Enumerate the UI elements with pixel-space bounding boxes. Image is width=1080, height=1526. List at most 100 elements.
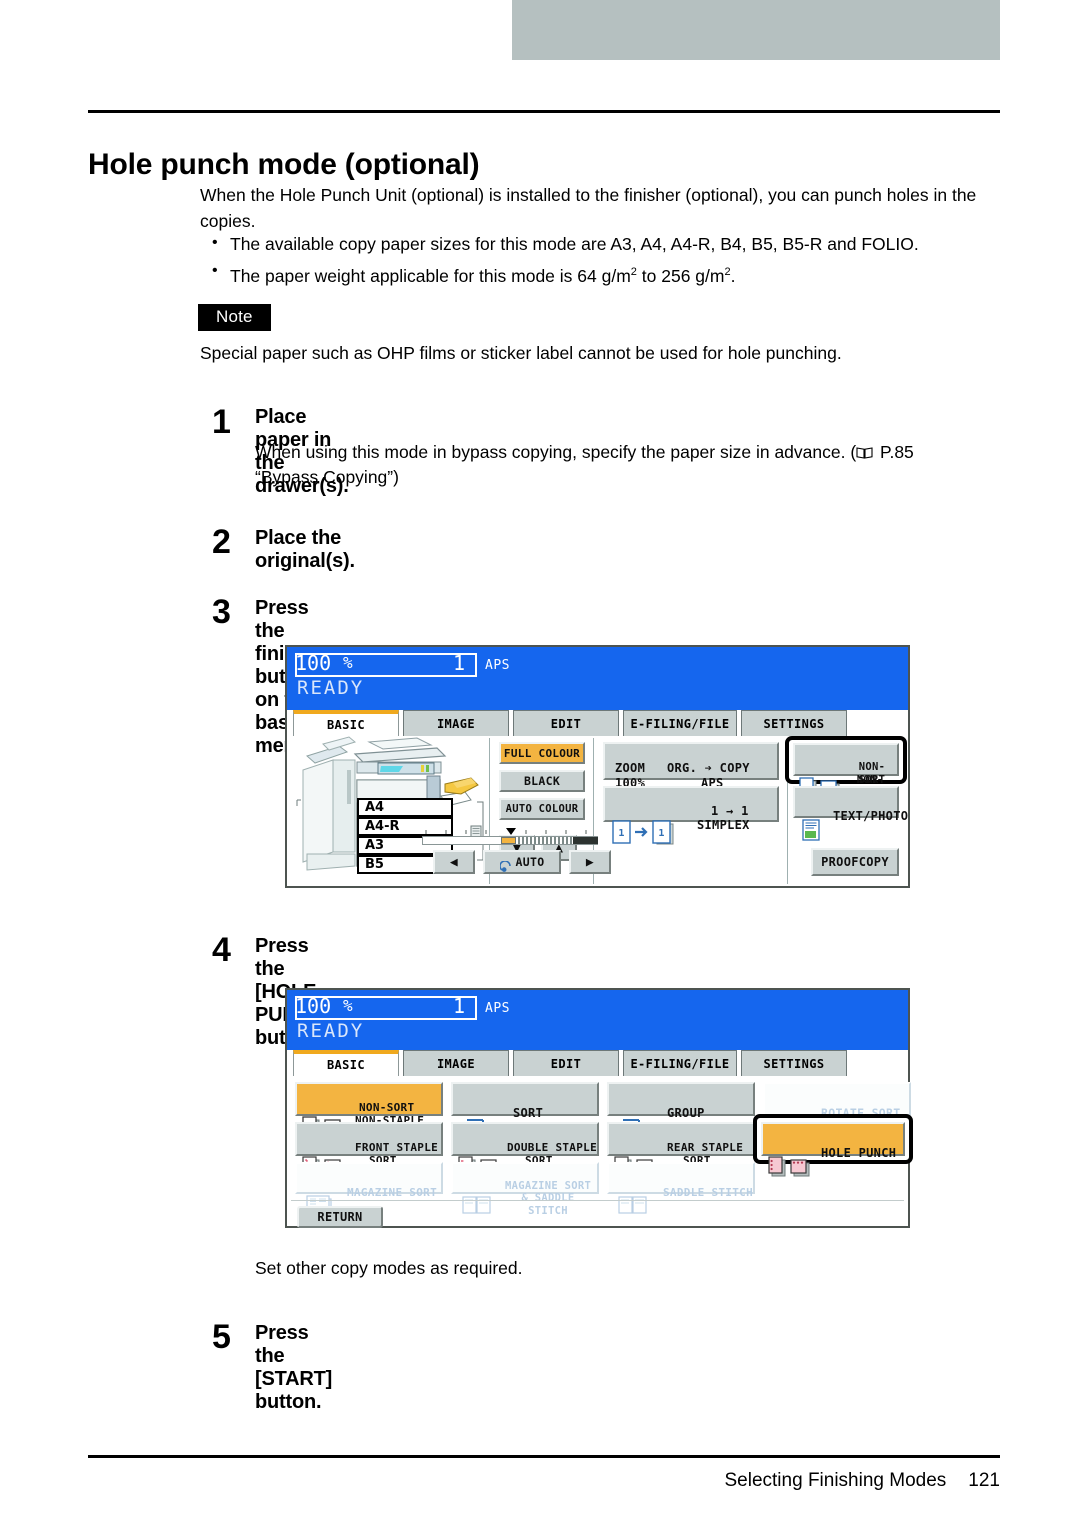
svg-text:1: 1 xyxy=(618,828,624,839)
duplex-line2: SIMPLEX xyxy=(697,818,750,832)
panel2-copy-count: 1 xyxy=(452,994,465,1018)
front-staple-sort-button[interactable]: FRONT STAPLE SORT xyxy=(295,1122,443,1177)
panel1-status-area: 100 % 1 APS READY xyxy=(287,647,908,710)
duplex-simplex-button[interactable]: 1 1 1 → 1 SIMPLEX xyxy=(603,786,779,845)
fm-10-line1: SADDLE STITCH xyxy=(663,1186,753,1199)
tab-basic[interactable]: BASIC xyxy=(293,710,399,736)
sort-button[interactable]: SORT xyxy=(451,1082,599,1135)
zoom-ratio-button[interactable]: ZOOM ORG. ➔ COPY 100% APS xyxy=(603,742,779,790)
copier-touch-panel-basic[interactable]: 100 % 1 APS READY BASIC IMAGE EDIT E-FIL… xyxy=(285,645,910,888)
step-4-number: 4 xyxy=(212,931,231,969)
page-number: 121 xyxy=(968,1470,1000,1491)
full-colour-button[interactable]: FULL COLOUR xyxy=(499,742,585,764)
exposure-darker-button[interactable]: ▶ xyxy=(569,850,611,874)
page-title: Hole punch mode (optional) xyxy=(88,148,480,182)
book-reference-icon xyxy=(856,441,873,459)
simplex-pages-icon: 1 1 xyxy=(611,806,685,848)
manual-page: Hole punch mode (optional) When the Hole… xyxy=(0,0,1080,1526)
fm-2-line1: GROUP xyxy=(667,1106,705,1120)
panel2-percent-sign: % xyxy=(343,996,353,1015)
panel1-paper-mode: APS xyxy=(485,658,510,673)
return-button[interactable]: RETURN xyxy=(297,1206,383,1228)
step-1-body: When using this mode in bypass copying, … xyxy=(255,440,1015,490)
duplex-line1: 1 → 1 xyxy=(711,804,749,818)
step-5-title: Press the [START] button. xyxy=(255,1322,333,1413)
org-copy-label: ORG. ➔ COPY xyxy=(667,761,750,775)
note-badge: Note xyxy=(198,304,271,331)
panel2-status-text: READY xyxy=(297,1020,365,1042)
svg-text:1: 1 xyxy=(658,828,664,839)
magazine-sort-button[interactable]: MAGAZINE SORT xyxy=(295,1162,443,1216)
panel1-status-text: READY xyxy=(297,677,365,699)
footer: Selecting Finishing Modes 121 xyxy=(725,1470,1001,1492)
tab-edit-2[interactable]: EDIT xyxy=(513,1050,619,1076)
panel1-tab-bar[interactable]: BASIC IMAGE EDIT E-FILING/FILE SETTINGS xyxy=(287,710,908,736)
panel2-status-area: 100 % 1 APS READY xyxy=(287,990,908,1050)
bullet-weight-a: The paper weight applicable for this mod… xyxy=(230,265,631,286)
rotate-sort-button[interactable]: ROTATE SORT xyxy=(763,1082,911,1136)
saddle-stitch-button[interactable]: SADDLE STITCH xyxy=(607,1162,755,1214)
auto-exposure-icon xyxy=(498,848,513,877)
panel1-zoom-value: 100 xyxy=(295,651,332,675)
fm-7-line1: HOLE PUNCH xyxy=(821,1146,897,1160)
group-button[interactable]: GROUP xyxy=(607,1082,755,1135)
header-grey-bar xyxy=(512,0,1000,60)
panel2-paper-mode: APS xyxy=(485,1001,510,1016)
tab-efiling-file-2[interactable]: E-FILING/FILE xyxy=(623,1050,737,1076)
fm-4-line1: FRONT STAPLE xyxy=(355,1141,439,1154)
non-sort-non-staple-button[interactable]: NON-SORT NON-STAPLE xyxy=(295,1082,443,1137)
tab-efiling-file[interactable]: E-FILING/FILE xyxy=(623,710,737,736)
fm-8-line1: MAGAZINE SORT xyxy=(347,1186,437,1199)
auto-exposure-label: AUTO xyxy=(515,854,545,869)
tab-image-2[interactable]: IMAGE xyxy=(403,1050,509,1076)
original-mode-button[interactable]: TEXT/PHOTO xyxy=(793,786,908,841)
text-photo-icon xyxy=(801,806,821,844)
panel2-zoom-value: 100 xyxy=(295,994,332,1018)
proof-copy-line1: PROOF xyxy=(821,854,859,869)
fm-6-line1: REAR STAPLE xyxy=(667,1141,744,1154)
tab-image[interactable]: IMAGE xyxy=(403,710,509,736)
paper-size-a4: A4 xyxy=(357,798,453,817)
exposure-auto-button[interactable]: AUTO xyxy=(483,850,561,874)
rear-staple-sort-button[interactable]: REAR STAPLE SORT xyxy=(607,1122,755,1177)
tab-settings-2[interactable]: SETTINGS xyxy=(741,1050,847,1076)
fm-5-line1: DOUBLE STAPLE xyxy=(507,1141,597,1154)
bullet-paper-weight: The paper weight applicable for this mod… xyxy=(200,257,1000,290)
tab-basic-2[interactable]: BASIC xyxy=(293,1050,399,1076)
header-rule xyxy=(88,110,1000,113)
fm-9-line2: & SADDLE STITCH xyxy=(521,1192,575,1217)
panel1-body: A4 A4-R A3 B5 FULL COLOUR BLACK AUTO COL… xyxy=(287,736,908,886)
copier-touch-panel-finishing[interactable]: 100 % 1 APS READY BASIC IMAGE EDIT E-FIL… xyxy=(285,988,913,1228)
step-5-number: 5 xyxy=(212,1318,231,1356)
step-2-title: Place the original(s). xyxy=(255,527,355,572)
bullet-weight-b: to 256 g/m xyxy=(636,265,725,286)
double-staple-sort-button[interactable]: DOUBLE STAPLE SORT xyxy=(451,1122,599,1177)
step-1-body-text-b: P.85 xyxy=(875,442,914,462)
hole-punch-button[interactable]: HOLE PUNCH xyxy=(761,1122,905,1177)
step-2-number: 2 xyxy=(212,523,231,561)
set-other-modes-text: Set other copy modes as required. xyxy=(255,1258,523,1278)
tab-settings[interactable]: SETTINGS xyxy=(741,710,847,736)
step-1-number: 1 xyxy=(212,403,231,441)
finisher-button[interactable]: NON-SORT NON-STAPLE xyxy=(793,743,899,799)
auto-colour-button[interactable]: AUTO COLOUR xyxy=(499,798,585,820)
zoom-label: ZOOM xyxy=(615,761,646,775)
panel2-tab-bar[interactable]: BASIC IMAGE EDIT E-FILING/FILE SETTINGS xyxy=(287,1050,908,1076)
panel2-body: NON-SORT NON-STAPLE SORT GROUP ROTATE SO… xyxy=(287,1076,913,1228)
fm-0-line1: NON-SORT xyxy=(359,1101,415,1114)
fm-1-line1: SORT xyxy=(513,1106,544,1120)
proof-copy-button[interactable]: PROOF COPY xyxy=(811,848,899,876)
panel1-copy-count: 1 xyxy=(452,651,465,675)
exposure-lighter-button[interactable]: ◀ xyxy=(433,850,475,874)
step-1-body-text-a: When using this mode in bypass copying, … xyxy=(255,442,857,462)
note-body: Special paper such as OHP films or stick… xyxy=(200,343,842,363)
footer-section-title: Selecting Finishing Modes xyxy=(724,1470,947,1491)
panel1-percent-sign: % xyxy=(343,653,353,672)
magazine-saddle-stitch-icon xyxy=(461,1181,495,1221)
proof-copy-line2: COPY xyxy=(858,854,889,869)
tab-edit[interactable]: EDIT xyxy=(513,710,619,736)
original-mode-label: TEXT/PHOTO xyxy=(833,809,909,823)
step-3-number: 3 xyxy=(212,593,231,631)
magazine-sort-saddle-stitch-button[interactable]: MAGAZINE SORT & SADDLE STITCH xyxy=(451,1162,599,1217)
black-button[interactable]: BLACK xyxy=(499,770,585,792)
